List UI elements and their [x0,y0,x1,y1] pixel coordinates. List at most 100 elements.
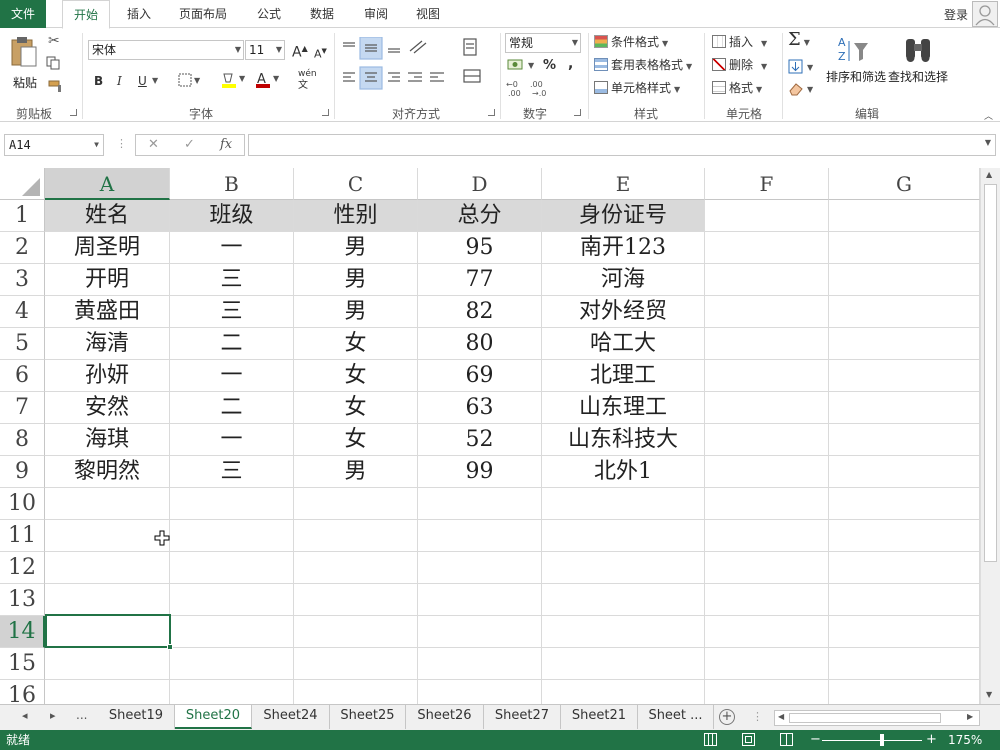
cell-a4[interactable]: 黄盛田 [45,296,170,328]
sheet-tab-sheet20[interactable]: Sheet20 [175,705,252,729]
font-size-combo[interactable]: 11 ▼ [245,40,285,60]
row-header-3[interactable]: 3 [0,264,45,296]
copy-button[interactable] [46,56,72,72]
tab-insert[interactable]: 插入 [116,0,162,28]
cell-a12[interactable] [45,552,170,584]
cell-c3[interactable]: 男 [294,264,418,296]
cell-g10[interactable] [829,488,980,520]
cell-d6[interactable]: 69 [418,360,542,392]
cell-c15[interactable] [294,648,418,680]
cell-f2[interactable] [705,232,829,264]
cell-a3[interactable]: 开明 [45,264,170,296]
cell-d10[interactable] [418,488,542,520]
conditional-format-button[interactable]: 条件格式 ▼ [594,33,668,53]
number-launcher-icon[interactable] [574,109,581,116]
row-header-10[interactable]: 10 [0,488,45,520]
cell-d5[interactable]: 80 [418,328,542,360]
vertical-scrollbar[interactable]: ▲ ▼ [980,168,1000,704]
cell-c12[interactable] [294,552,418,584]
sheet-tab-sheet27[interactable]: Sheet27 [484,705,561,729]
sheet-tab-sheet25[interactable]: Sheet25 [330,705,406,729]
row-header-5[interactable]: 5 [0,328,45,360]
cell-f16[interactable] [705,680,829,704]
tab-data[interactable]: 数据 [300,0,344,28]
italic-button[interactable]: I [117,72,122,90]
cell-d2[interactable]: 95 [418,232,542,264]
cell-c11[interactable] [294,520,418,552]
zoom-slider-track[interactable] [822,740,922,741]
column-header-d[interactable]: D [418,168,542,200]
borders-button[interactable]: ▼ [178,73,204,90]
grow-font-button[interactable]: A▲ [292,40,308,62]
cell-b10[interactable] [170,488,294,520]
cell-c6[interactable]: 女 [294,360,418,392]
tab-file[interactable]: 文件 [0,0,46,28]
cell-f1[interactable] [705,200,829,232]
percent-button[interactable]: % [543,57,556,75]
column-header-f[interactable]: F [705,168,829,200]
cell-d3[interactable]: 77 [418,264,542,296]
cell-b4[interactable]: 三 [170,296,294,328]
cell-e7[interactable]: 山东理工 [542,392,705,424]
cell-e12[interactable] [542,552,705,584]
underline-dropdown-icon[interactable]: ▼ [152,72,158,90]
cell-e4[interactable]: 对外经贸 [542,296,705,328]
cell-a15[interactable] [45,648,170,680]
shrink-font-button[interactable]: A▼ [314,42,327,64]
zoom-level[interactable]: 175% [948,730,982,750]
confirm-entry-button[interactable]: ✓ [184,137,195,152]
cell-g4[interactable] [829,296,980,328]
fill-button[interactable]: ▼ [788,59,818,78]
cell-f12[interactable] [705,552,829,584]
cell-a10[interactable] [45,488,170,520]
more-sheets-button[interactable]: ... [76,708,87,722]
row-header-2[interactable]: 2 [0,232,45,264]
cell-e3[interactable]: 河海 [542,264,705,296]
tab-view[interactable]: 视图 [406,0,450,28]
tab-review[interactable]: 审阅 [354,0,398,28]
insert-function-button[interactable]: fx [220,137,232,152]
row-header-8[interactable]: 8 [0,424,45,456]
zoom-out-button[interactable]: − [810,730,821,750]
page-break-view-icon[interactable] [780,733,793,746]
tab-home[interactable]: 开始 [62,0,110,29]
row-header-12[interactable]: 12 [0,552,45,584]
cell-f6[interactable] [705,360,829,392]
row-header-11[interactable]: 11 [0,520,45,552]
format-painter-button[interactable] [47,79,65,96]
cell-a2[interactable]: 周圣明 [45,232,170,264]
cell-e11[interactable] [542,520,705,552]
sort-filter-button[interactable]: AZ 排序和筛选 [826,35,886,85]
sheet-tab-sheet26[interactable]: Sheet26 [406,705,484,729]
active-cell-a14[interactable] [45,614,171,648]
cell-f9[interactable] [705,456,829,488]
cell-a1[interactable]: 姓名 [45,200,170,232]
cut-icon[interactable]: ✂ [48,33,60,49]
cell-c14[interactable] [294,616,418,648]
cell-g13[interactable] [829,584,980,616]
cell-d15[interactable] [418,648,542,680]
cell-b8[interactable]: 一 [170,424,294,456]
cell-f3[interactable] [705,264,829,296]
row-header-4[interactable]: 4 [0,296,45,328]
cell-b2[interactable]: 一 [170,232,294,264]
cell-d1[interactable]: 总分 [418,200,542,232]
row-header-6[interactable]: 6 [0,360,45,392]
font-name-combo[interactable]: 宋体 ▼ [88,40,244,60]
cell-a11[interactable] [45,520,170,552]
row-header-14[interactable]: 14 [0,616,45,648]
cell-f14[interactable] [705,616,829,648]
cell-b9[interactable]: 三 [170,456,294,488]
cell-e8[interactable]: 山东科技大 [542,424,705,456]
cell-e13[interactable] [542,584,705,616]
horizontal-scroll-thumb[interactable] [789,713,941,723]
cell-b16[interactable] [170,680,294,704]
cell-f4[interactable] [705,296,829,328]
find-select-button[interactable]: 查找和选择 [888,35,948,85]
scroll-right-icon[interactable]: ▶ [967,712,973,721]
row-header-15[interactable]: 15 [0,648,45,680]
cell-b6[interactable]: 一 [170,360,294,392]
column-header-c[interactable]: C [294,168,418,200]
cell-g6[interactable] [829,360,980,392]
cell-d12[interactable] [418,552,542,584]
